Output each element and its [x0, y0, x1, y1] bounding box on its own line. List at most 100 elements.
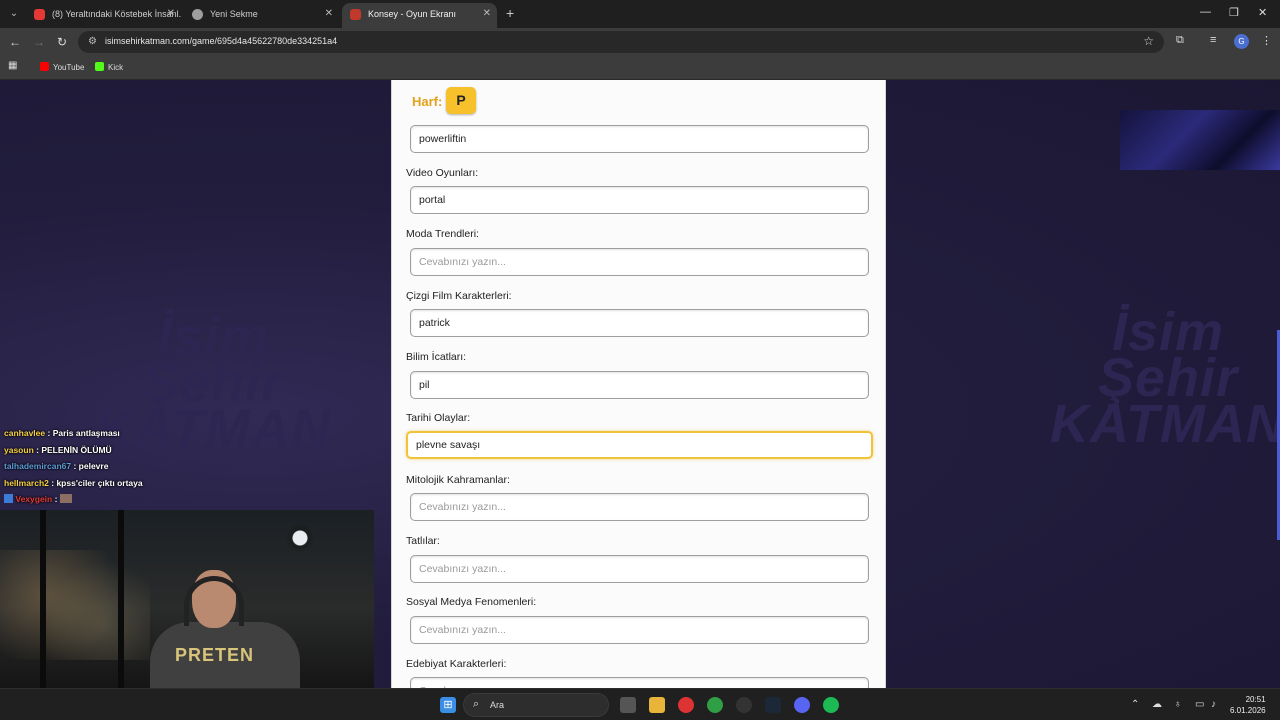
bookmark-kick[interactable]: Kick [95, 62, 123, 72]
category-label: Edebiyat Karakterleri: [406, 658, 507, 670]
answer-input-mythology[interactable] [410, 493, 869, 521]
network-icon[interactable]: ▭ [1195, 699, 1204, 710]
bookmark-youtube[interactable]: YouTube [40, 62, 84, 72]
category-label: Video Oyunları: [406, 167, 479, 179]
logo-watermark-right: İsim Şehir KATMAN [1050, 302, 1280, 454]
site-info-icon[interactable]: ⚙ [88, 36, 97, 47]
chat-username: hellmarch2 [4, 477, 49, 488]
close-window-icon[interactable]: ✕ [1258, 6, 1267, 19]
chat-message: hellmarch2 : kpss'ciler çıktı ortaya [4, 475, 143, 492]
bookmark-label: Kick [108, 63, 124, 72]
answer-input-history[interactable] [406, 431, 873, 459]
tab-youtube[interactable]: (8) Yeraltındaki Köstebek İnsanl... ✕ [26, 3, 181, 25]
taskbar-search[interactable]: ⌕ Ara [463, 693, 609, 717]
new-tab-favicon-icon [192, 9, 203, 20]
answer-input-cartoon[interactable] [410, 309, 869, 337]
address-bar[interactable]: ⚙ isimsehirkatman.com/game/695d4a4562278… [78, 31, 1164, 53]
steam-icon[interactable] [765, 697, 781, 713]
apps-grid-icon[interactable]: ▦ [8, 60, 17, 71]
recording-app-icon[interactable] [678, 697, 694, 713]
task-view-icon[interactable] [620, 697, 636, 713]
chrome-icon[interactable] [707, 697, 723, 713]
chat-text: : pelevre [73, 461, 109, 471]
youtube-favicon-icon [34, 9, 45, 20]
answer-input-influencers[interactable] [410, 616, 869, 644]
tray-chevron-icon[interactable]: ⌃ [1131, 699, 1139, 710]
badge-icon [4, 494, 13, 503]
windows-taskbar: ⊞ ⌕ Ara ⌃ ☁ ♁ ▭ ♪ 20:51 6.01.2026 [0, 688, 1280, 720]
clock-time: 20:51 [1245, 695, 1266, 704]
answer-form-panel: Harf: P Video Oyunları: Moda Trendleri: … [391, 80, 886, 688]
reload-icon[interactable]: ↻ [57, 35, 67, 49]
streamer: PRETEN [150, 570, 320, 688]
menu-dots-icon[interactable]: ⋮ [1261, 34, 1272, 47]
answer-input-fashion[interactable] [410, 248, 869, 276]
webcam-feed: PRETEN [0, 510, 374, 688]
emote-icon [59, 494, 72, 503]
tab-title: (8) Yeraltındaki Köstebek İnsanl... [52, 9, 181, 19]
discord-icon[interactable] [794, 697, 810, 713]
bookmark-star-icon[interactable]: ☆ [1143, 34, 1154, 48]
windows-start-icon[interactable]: ⊞ [440, 697, 456, 713]
chat-message: yasoun : PELENİN ÖLÜMÜ [4, 442, 143, 459]
chat-text: : PELENİN ÖLÜMÜ [36, 444, 112, 455]
tab-search-icon[interactable]: ⌄ [6, 6, 22, 22]
clock[interactable]: 20:51 6.01.2026 [1230, 694, 1266, 716]
new-tab-plus-icon[interactable]: + [506, 5, 514, 21]
category-label: Çizgi Film Karakterleri: [406, 290, 512, 302]
media-control-icon[interactable]: ≡ [1210, 34, 1216, 46]
category-label: Tarihi Olaylar: [406, 412, 471, 424]
close-tab-icon[interactable]: ✕ [483, 3, 491, 25]
chat-username: yasoun [4, 444, 34, 455]
answer-input-video-games[interactable] [410, 186, 869, 214]
minimize-icon[interactable]: — [1200, 6, 1211, 18]
restore-icon[interactable]: ❐ [1229, 6, 1239, 19]
file-explorer-icon[interactable] [649, 697, 665, 713]
answer-input-literature[interactable] [410, 677, 869, 688]
category-label: Tatlılar: [406, 535, 440, 547]
bookmark-label: YouTube [53, 63, 85, 72]
kick-icon [95, 62, 104, 71]
url-text[interactable]: isimsehirkatman.com/game/695d4a45622780d… [105, 36, 337, 46]
youtube-icon [40, 62, 49, 71]
search-label: Ara [490, 700, 505, 710]
city-lights [0, 550, 150, 660]
answer-input-inventions[interactable] [410, 371, 869, 399]
tab-title: Yeni Sekme [210, 9, 258, 19]
letter-badge: P [446, 87, 476, 114]
bookmarks-bar: ▦ YouTube Kick [0, 56, 1280, 80]
chatgpt-icon[interactable] [736, 697, 752, 713]
game-page: İsim Şehir KATMAN İsim Şehir KATMAN Harf: P … [0, 80, 1280, 688]
category-label: Moda Trendleri: [406, 228, 479, 240]
tab-title: Konsey - Oyun Ekranı [368, 9, 457, 19]
category-label: Sosyal Medya Fenomenleri: [406, 596, 537, 608]
chat-username: talhademircan67 [4, 461, 72, 471]
tab-new[interactable]: Yeni Sekme ✕ [184, 3, 339, 25]
forward-arrow-icon[interactable]: → [33, 35, 45, 49]
microphone-icon[interactable]: ♁ [1174, 699, 1182, 710]
letter-label: Harf: [412, 94, 443, 109]
tab-konsey[interactable]: Konsey - Oyun Ekranı ✕ [342, 3, 497, 28]
clock-date: 6.01.2026 [1230, 706, 1266, 715]
answer-input-desserts[interactable] [410, 555, 869, 583]
chat-message: talhademircan67 : pelevre [4, 458, 143, 475]
back-arrow-icon[interactable]: ← [9, 35, 21, 49]
tab-strip: ⌄ (8) Yeraltındaki Köstebek İnsanl... ✕ … [0, 0, 1280, 28]
chat-username: Vexygein [15, 494, 53, 504]
category-label: Mitolojik Kahramanlar: [406, 474, 510, 486]
category-label: Bilim İcatları: [406, 351, 467, 363]
chat-text: : Paris antlaşması [47, 428, 120, 438]
close-tab-icon[interactable]: ✕ [325, 3, 333, 25]
search-icon: ⌕ [473, 698, 480, 710]
profile-avatar[interactable]: G [1234, 34, 1249, 49]
spotify-icon[interactable] [823, 697, 839, 713]
answer-input-1[interactable] [410, 125, 869, 153]
cloud-icon[interactable]: ☁ [1152, 699, 1162, 710]
chat-username: canhavlee [4, 428, 46, 438]
headset-icon [184, 576, 244, 626]
decorative-banner [1120, 110, 1280, 170]
volume-icon[interactable]: ♪ [1211, 699, 1216, 710]
close-tab-icon[interactable]: ✕ [167, 3, 175, 25]
extensions-icon[interactable]: ⧉ [1176, 34, 1184, 47]
chat-message: canhavlee : Paris antlaşması [4, 425, 143, 442]
